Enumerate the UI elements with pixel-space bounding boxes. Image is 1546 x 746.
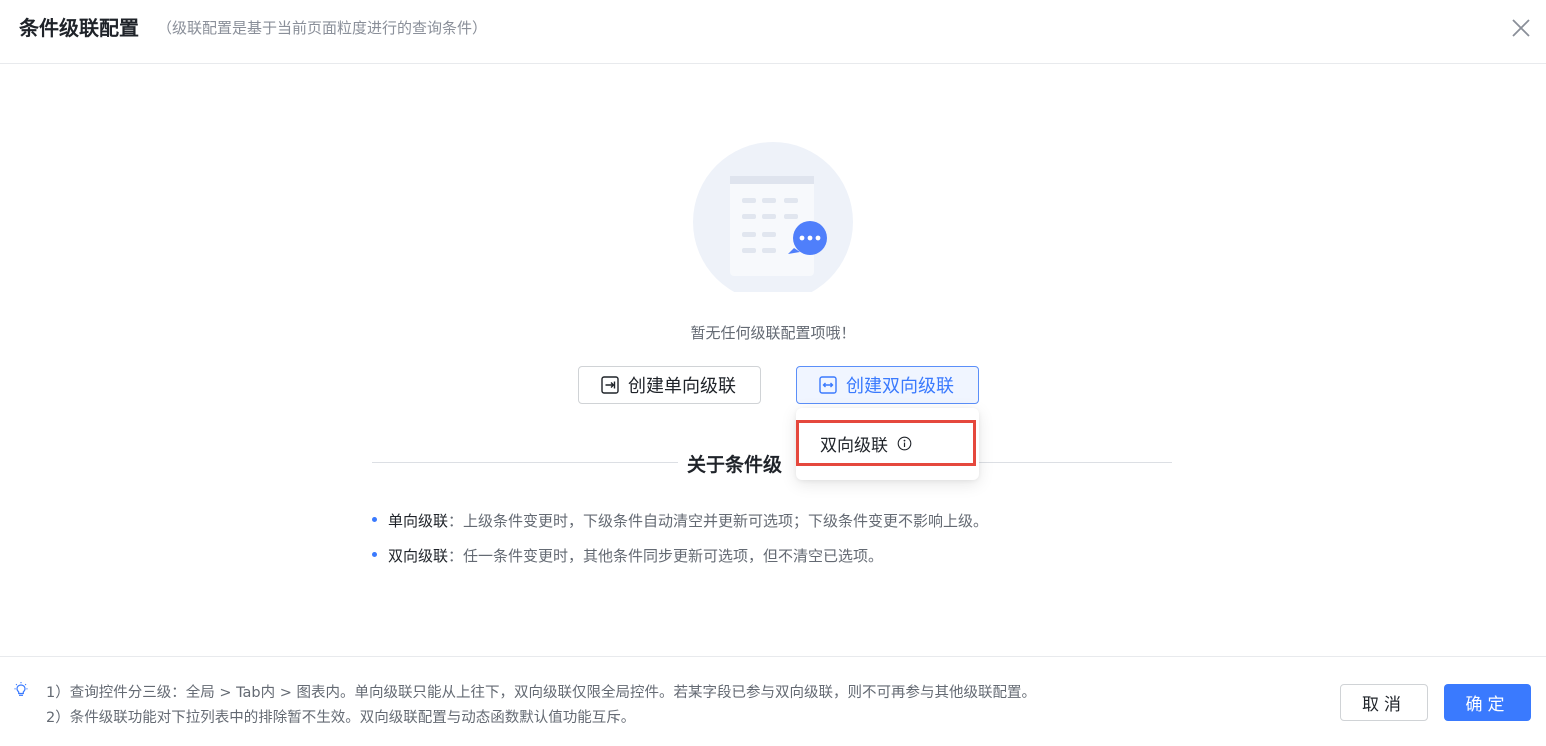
- section-divider-right: [978, 462, 1172, 463]
- about-item-term: 单向级联: [388, 512, 449, 530]
- about-item-sep: ：: [448, 512, 464, 530]
- bullet-dot: [372, 552, 377, 557]
- dialog-header: 条件级联配置 （级联配置是基于当前页面粒度进行的查询条件）: [0, 0, 1546, 64]
- empty-state-message: 暂无任何级联配置项哦！: [690, 324, 856, 342]
- about-item-sep: ：: [448, 547, 464, 565]
- bullet-dot: [372, 517, 377, 522]
- dropdown-item-double-cascade[interactable]: 双向级联: [796, 420, 976, 466]
- create-double-cascade-button[interactable]: 创建双向级联: [796, 366, 979, 404]
- about-item-double: 双向级联：任一条件变更时，其他条件同步更新可选项，但不清空已选项。: [372, 545, 883, 566]
- arrow-right-box-icon: [601, 376, 619, 394]
- section-divider-left: [372, 462, 678, 463]
- about-item-single: 单向级联：上级条件变更时，下级条件自动清空并更新可选项；下级条件变更不影响上级。: [372, 510, 988, 531]
- about-item-term: 双向级联: [388, 547, 449, 565]
- cancel-button[interactable]: 取消: [1340, 684, 1428, 721]
- footer-note: 1）查询控件分三级：全局 > Tab内 > 图表内。单向级联只能从上往下，双向级…: [46, 685, 1037, 701]
- create-double-cascade-label: 创建双向级联: [846, 376, 954, 397]
- empty-list-chat-icon: [690, 142, 856, 302]
- confirm-button[interactable]: 确定: [1444, 684, 1531, 721]
- dialog-subtitle: （级联配置是基于当前页面粒度进行的查询条件）: [157, 19, 488, 37]
- about-item-text: 任一条件变更时，其他条件同步更新可选项，但不清空已选项。: [463, 547, 884, 565]
- dropdown-item-label: 双向级联: [820, 435, 888, 456]
- about-item-text: 上级条件变更时，下级条件自动清空并更新可选项；下级条件变更不影响上级。: [463, 512, 989, 530]
- close-icon[interactable]: [1508, 15, 1534, 41]
- footer-note: 2）条件级联功能对下拉列表中的排除暂不生效。双向级联配置与动态函数默认值功能互斥…: [46, 710, 636, 726]
- create-single-cascade-label: 创建单向级联: [628, 376, 736, 397]
- arrow-both-box-icon: [819, 376, 837, 394]
- cascade-type-dropdown: 双向级联: [796, 408, 979, 480]
- create-single-cascade-button[interactable]: 创建单向级联: [578, 366, 761, 404]
- info-icon[interactable]: [897, 436, 912, 451]
- lightbulb-icon: [12, 681, 30, 699]
- about-section-title: 关于条件级: [687, 454, 783, 476]
- dialog-title: 条件级联配置: [19, 16, 139, 40]
